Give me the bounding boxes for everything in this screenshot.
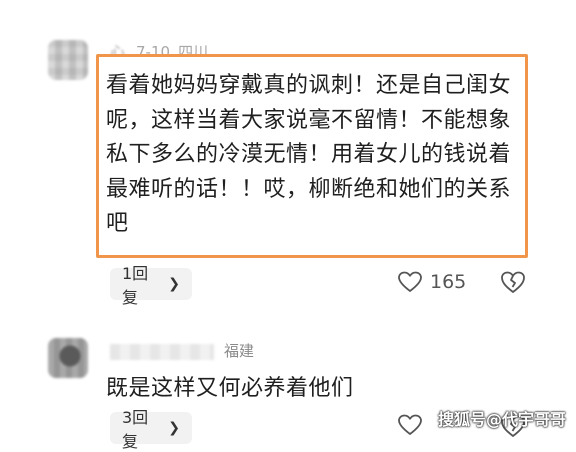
comment-meta: 福建 <box>110 340 254 361</box>
chevron-right-icon: ❯ <box>168 420 180 436</box>
heart-outline-icon <box>398 271 422 292</box>
reply-count-button[interactable]: 3回复 ❯ <box>110 408 192 451</box>
comment-text: 看着她妈妈穿戴真的讽刺！还是自己闺女呢，这样当着大家说毫不留情！不能想象私下多么… <box>106 73 512 236</box>
like-button[interactable] <box>398 414 430 436</box>
author-name[interactable] <box>110 343 214 360</box>
broken-heart-icon <box>501 271 525 293</box>
dislike-button[interactable] <box>500 270 526 298</box>
reply-label: 1回复 <box>122 264 149 307</box>
comment-location: 福建 <box>224 342 255 360</box>
chevron-right-icon: ❯ <box>168 276 180 292</box>
like-count: 165 <box>430 271 467 293</box>
watermark: 搜狐号@代宇哥哥 <box>437 410 566 429</box>
reply-count-button[interactable]: 1回复 ❯ <box>110 264 192 307</box>
avatar[interactable] <box>48 338 88 378</box>
like-button[interactable]: 165 <box>398 271 466 293</box>
comment-text: 既是这样又何必养着他们 <box>106 376 354 401</box>
heart-outline-icon <box>398 414 422 435</box>
avatar[interactable] <box>48 40 88 80</box>
reply-label: 3回复 <box>122 408 149 451</box>
